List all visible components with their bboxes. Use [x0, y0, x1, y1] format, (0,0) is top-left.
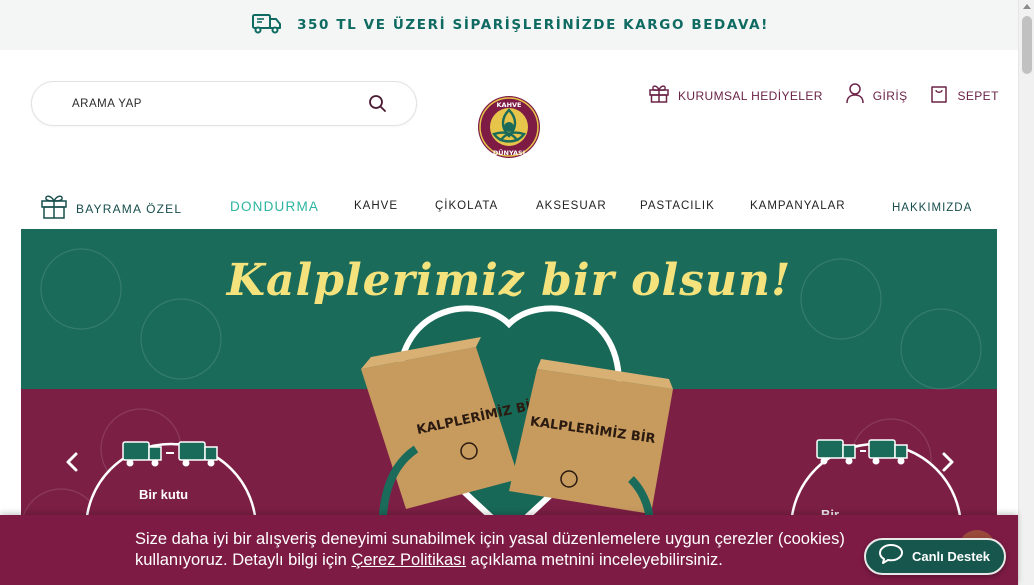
- hero-title: Kalplerimiz bir olsun!: [226, 255, 792, 306]
- gift-box-icon: [40, 192, 68, 225]
- corporate-gifts-link[interactable]: KURUMSAL HEDİYELER: [648, 82, 823, 109]
- cookie-text: Size daha iyi bir alışveriş deneyimi sun…: [135, 529, 895, 571]
- chat-bubble-icon: [878, 543, 904, 570]
- gift-icon: [648, 82, 670, 109]
- brand-logo[interactable]: KAHVE DÜNYASI: [476, 94, 542, 160]
- logo-bottom-text: DÜNYASI: [493, 148, 525, 157]
- corporate-gifts-label: KURUMSAL HEDİYELER: [678, 88, 823, 103]
- login-link[interactable]: GİRİŞ: [845, 82, 908, 109]
- scrollbar-thumb[interactable]: [1022, 16, 1032, 74]
- promo-bar: 350 TL VE ÜZERİ SİPARİŞLERİNİZDE KARGO B…: [0, 0, 1018, 50]
- scroll-up-arrow-icon[interactable]: [1023, 4, 1031, 9]
- nav-item-aksesuar[interactable]: AKSESUAR: [536, 200, 607, 212]
- nav-item-bayram[interactable]: BAYRAMA ÖZEL: [40, 192, 182, 225]
- nav-item-kampanyalar[interactable]: KAMPANYALAR: [750, 200, 846, 212]
- search-input[interactable]: [72, 94, 352, 114]
- promo-text: 350 TL VE ÜZERİ SİPARİŞLERİNİZDE KARGO B…: [297, 17, 769, 33]
- login-label: GİRİŞ: [872, 88, 908, 103]
- live-support-label: Canlı Destek: [912, 549, 991, 564]
- live-support-button[interactable]: Canlı Destek: [864, 538, 1006, 575]
- slider-prev-arrow-icon[interactable]: [57, 447, 87, 477]
- nav-item-dondurma[interactable]: DONDURMA: [230, 199, 319, 214]
- cart-link[interactable]: SEPET: [929, 82, 998, 109]
- page: 350 TL VE ÜZERİ SİPARİŞLERİNİZDE KARGO B…: [0, 0, 1034, 585]
- nav-item-cikolata[interactable]: ÇİKOLATA: [435, 200, 498, 212]
- cart-label: SEPET: [957, 88, 999, 103]
- shopping-bag-icon: [929, 82, 949, 109]
- main-nav: BAYRAMA ÖZEL DONDURMA KAHVE ÇİKOLATA AKS…: [0, 190, 1018, 226]
- nav-item-pastacilik[interactable]: PASTACILIK: [640, 200, 715, 212]
- cookie-policy-link[interactable]: Çerez Politikası: [351, 551, 466, 569]
- slider-next-arrow-icon[interactable]: [933, 447, 963, 477]
- search-box: [31, 81, 417, 126]
- cookie-text-after: açıklama metnini inceleyebilirsiniz.: [466, 551, 723, 569]
- nav-item-kahve[interactable]: KAHVE: [354, 200, 398, 212]
- nav-item-hakkimizda[interactable]: HAKKIMIZDA: [892, 202, 972, 214]
- page-scrollbar[interactable]: [1018, 0, 1034, 585]
- header-actions: KURUMSAL HEDİYELER GİRİŞ SEPET: [648, 82, 999, 109]
- search-icon[interactable]: [368, 94, 388, 114]
- delivery-truck-icon: [249, 12, 283, 39]
- logo-top-text: KAHVE: [497, 101, 522, 109]
- nav-bayram-label: BAYRAMA ÖZEL: [76, 201, 183, 216]
- hero-left-card-label: Bir kutu: [139, 487, 189, 502]
- user-icon: [845, 82, 865, 109]
